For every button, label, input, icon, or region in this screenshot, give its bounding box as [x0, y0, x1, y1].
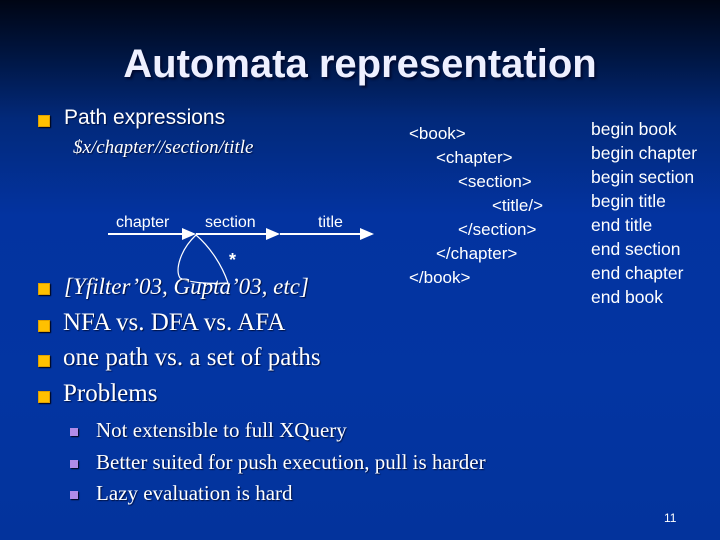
edge-label-chapter: chapter — [116, 214, 170, 231]
problem-item: Better suited for push execution, pull i… — [96, 450, 486, 474]
bullet-marker — [38, 283, 50, 295]
sub-bullet-marker — [70, 491, 78, 499]
xml-line: </book> — [409, 268, 471, 287]
bullet-one-path: one path vs. a set of paths — [63, 344, 321, 371]
page-number: 11 — [664, 511, 677, 525]
bullet-marker — [38, 391, 50, 403]
problem-item: Lazy evaluation is hard — [96, 481, 293, 505]
edge-label-section: section — [205, 214, 256, 231]
event-item: end book — [591, 287, 664, 307]
self-loop-label: * — [229, 250, 237, 270]
event-item: end chapter — [591, 263, 684, 283]
xml-line: <book> — [409, 124, 466, 143]
slide-title: Automata representation — [123, 42, 597, 86]
event-item: end section — [591, 239, 681, 259]
sub-bullet-marker — [70, 428, 78, 436]
xml-line: <title/> — [492, 196, 544, 215]
sub-bullet-marker — [70, 460, 78, 468]
xml-line: <section> — [458, 172, 532, 191]
edge-label-title: title — [318, 214, 343, 231]
bullet-marker — [38, 115, 50, 127]
bullet-path-expressions: Path expressions — [64, 106, 226, 129]
bullet-problems: Problems — [63, 380, 158, 407]
problem-item: Not extensible to full XQuery — [96, 418, 347, 442]
path-expression: $x/chapter//section/title — [73, 137, 254, 158]
bullet-marker — [38, 320, 50, 332]
event-item: begin chapter — [591, 143, 698, 163]
event-item: begin book — [591, 119, 677, 139]
bullet-nfa-dfa-afa: NFA vs. DFA vs. AFA — [63, 309, 286, 336]
bullet-citations: [Yfilter’03, Gupta’03, etc] — [64, 274, 309, 299]
event-item: begin title — [591, 191, 666, 211]
event-item: end title — [591, 215, 653, 235]
xml-line: </chapter> — [436, 244, 518, 263]
xml-line: <chapter> — [436, 148, 513, 167]
event-item: begin section — [591, 167, 695, 187]
bullet-marker — [38, 355, 50, 367]
xml-line: </section> — [458, 220, 537, 239]
